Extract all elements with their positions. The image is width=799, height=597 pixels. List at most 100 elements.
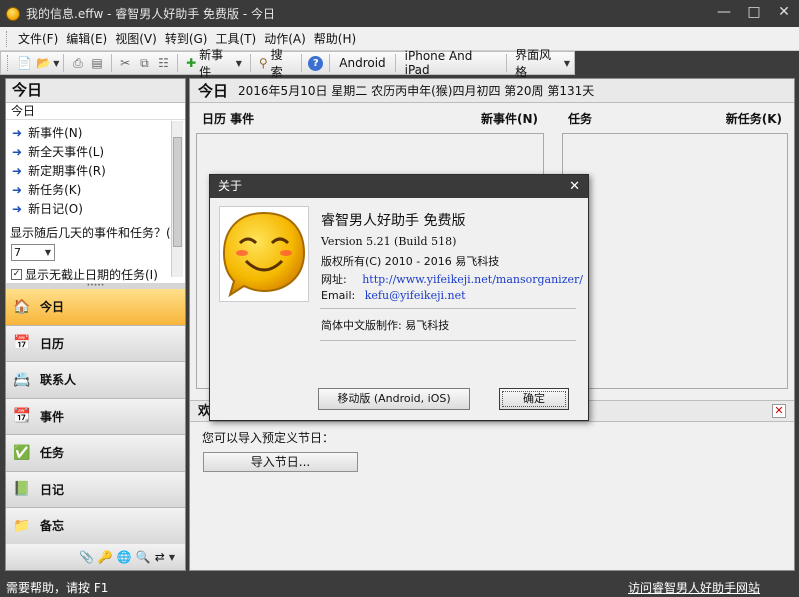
mobile-version-button[interactable]: 移动版 (Android, iOS) [318,388,470,410]
menu-view[interactable]: 视图(V) [111,30,161,47]
arrow-right-icon: ➜ [12,144,23,159]
preview-icon[interactable]: ▤ [88,54,107,72]
nav-events-label: 事件 [40,409,65,424]
cut-icon[interactable]: ✂ [116,54,135,72]
close-icon[interactable]: ✕ [775,4,793,20]
navigation-pane: 🏠 今日 📅 日历 📇 联系人 📆 事件 ✅ 任务 📗 日记 📁 备忘 [6,289,185,545]
new-task-section-link[interactable]: 新任务(K) [726,110,782,127]
close-icon[interactable]: ✕ [569,175,580,198]
copy-icon[interactable]: ⧉ [135,54,154,72]
close-icon[interactable]: ✕ [772,404,786,418]
product-name: 睿智男人好助手 免费版 [321,213,466,229]
search-button[interactable]: ⚲ 搜索 [255,48,297,79]
date-info: 2016年5月10日 星期二 农历丙申年(猴)四月初四 第20周 第131天 [238,84,595,98]
import-holidays-button[interactable]: 导入节日... [203,452,358,472]
new-event-section-link[interactable]: 新事件(N) [481,110,538,127]
status-help-text: 需要帮助，请按 F1 [6,581,109,595]
menu-tools[interactable]: 工具(T) [211,30,260,47]
print-icon[interactable]: ⎙ [68,54,87,72]
email-link[interactable]: kefu@yifeikeji.net [365,289,466,302]
localization-text: 简体中文版制作: 易飞科技 [321,317,449,333]
about-dialog: 关于 ✕ 睿智男人好助手 免费版 Version 5.21 (Build 518… [209,174,589,421]
nav-events[interactable]: 📆 事件 [6,398,185,435]
nav-shortcut-bar: 📎 🔑 🌐 🔍 ⇄ ▼ [6,544,185,570]
android-button[interactable]: Android [334,56,390,70]
toolbar-separator [63,54,65,72]
new-event-link[interactable]: ➜ 新事件(N) [12,123,185,142]
title-bar: 我的信息.effw - 睿智男人好助手 免费版 - 今日 — □ ✕ [0,0,799,27]
left-panel-scrollbar[interactable] [171,121,183,277]
toolbar-separator [177,54,179,72]
nav-tasks-label: 任务 [40,446,65,461]
home-icon: 🏠 [13,298,31,315]
menu-edit[interactable]: 编辑(E) [62,30,111,47]
dialog-divider [320,340,576,341]
clip-icon[interactable]: 📎 [79,550,94,564]
nav-today[interactable]: 🏠 今日 [6,289,185,326]
menu-grip[interactable] [6,30,10,47]
website-link[interactable]: http://www.yifeikeji.net/mansorganizer/ [362,273,583,286]
toolbar-separator [329,54,331,72]
nav-contacts[interactable]: 📇 联系人 [6,362,185,399]
dialog-title: 关于 [218,179,243,193]
toolbar: 📄 📂 ▼ ⎙ ▤ ✂ ⧉ ☷ ✚ 新事件 ▼ ⚲ 搜索 ? Android iP… [0,48,575,79]
globe-icon[interactable]: 🌐 [117,550,132,564]
events-section-header: 日历 事件 新事件(N) [196,107,544,129]
visit-website-link[interactable]: 访问睿智男人好助手网站 [628,579,760,596]
theme-button[interactable]: 界面风格 ▼ [511,48,574,79]
search-small-icon[interactable]: 🔍 [136,550,151,564]
new-allday-event-link-label: 新全天事件(L) [28,145,105,159]
scrollbar-thumb[interactable] [173,137,182,247]
show-overdue-checkbox[interactable]: ✓ 显示无截止日期的任务(I) [11,266,185,283]
checkbox-checked-icon[interactable]: ✓ [11,269,22,280]
copyright-value: 版权所有(C) 2010 - 2016 易飞科技 [321,255,500,268]
new-recurring-event-link[interactable]: ➜ 新定期事件(R) [12,161,185,180]
nav-diary[interactable]: 📗 日记 [6,471,185,508]
chevron-down-icon[interactable]: ▼ [169,553,175,562]
toolbar-separator [394,54,396,72]
dialog-title-bar: 关于 ✕ [210,175,588,198]
localization-value: 简体中文版制作: 易飞科技 [321,319,450,332]
nav-tasks[interactable]: ✅ 任务 [6,435,185,472]
dialog-divider [320,308,576,309]
plus-icon: ✚ [186,56,197,70]
arrow-right-icon: ➜ [12,201,23,216]
minimize-icon[interactable]: — [715,4,733,20]
help-icon[interactable]: ? [306,54,325,72]
nav-notes[interactable]: 📁 备忘 [6,508,185,545]
status-bar: 需要帮助，请按 F1 访问睿智男人好助手网站 [0,576,799,597]
smiley-logo-icon [219,206,309,302]
new-event-label: 新事件 [199,48,224,79]
tasks-list[interactable] [562,133,788,389]
menu-actions[interactable]: 动作(A) [260,30,310,47]
task-check-icon: ✅ [13,444,31,461]
email-row: Email: kefu@yifeikeji.net [321,289,466,302]
chevron-down-icon: ▼ [44,248,51,257]
new-allday-event-link[interactable]: ➜ 新全天事件(L) [12,142,185,161]
key-icon[interactable]: 🔑 [98,550,113,564]
left-panel: 今日 今日 ➜ 新事件(N) ➜ 新全天事件(L) ➜ 新定期事件(R) ➜ 新任务(K… [5,78,186,571]
new-diary-link[interactable]: ➜ 新日记(O) [12,199,185,218]
menu-help[interactable]: 帮助(H) [310,30,360,47]
open-folder-icon[interactable]: 📂 [34,54,53,72]
arrow-right-icon: ➜ [12,163,23,178]
today-subheader: 今日 [6,103,185,120]
iphone-button[interactable]: iPhone And iPad [400,49,503,77]
menu-file[interactable]: 文件(F) [14,30,62,47]
days-ahead-label: 显示随后几天的事件和任务？(S) [10,226,183,240]
main-header: 今日 2016年5月10日 星期二 农历丙申年(猴)四月初四 第20周 第131… [190,79,794,103]
nav-contacts-label: 联系人 [40,373,77,388]
new-task-link[interactable]: ➜ 新任务(K) [12,180,185,199]
toolbar-grip[interactable] [7,55,11,71]
paste-icon[interactable]: ☷ [154,54,173,72]
days-ahead-select[interactable]: 7 ▼ [11,244,55,261]
open-dropdown-icon[interactable]: ▼ [53,59,59,68]
new-file-icon[interactable]: 📄 [15,54,34,72]
nav-calendar[interactable]: 📅 日历 [6,325,185,362]
maximize-icon[interactable]: □ [745,4,763,20]
new-event-button[interactable]: ✚ 新事件 ▼ [182,48,246,79]
ok-button[interactable]: 确定 [499,388,569,410]
sync-icon[interactable]: ⇄ [155,550,165,564]
new-event-dropdown-icon[interactable]: ▼ [236,59,242,68]
menu-goto[interactable]: 转到(G) [161,30,212,47]
